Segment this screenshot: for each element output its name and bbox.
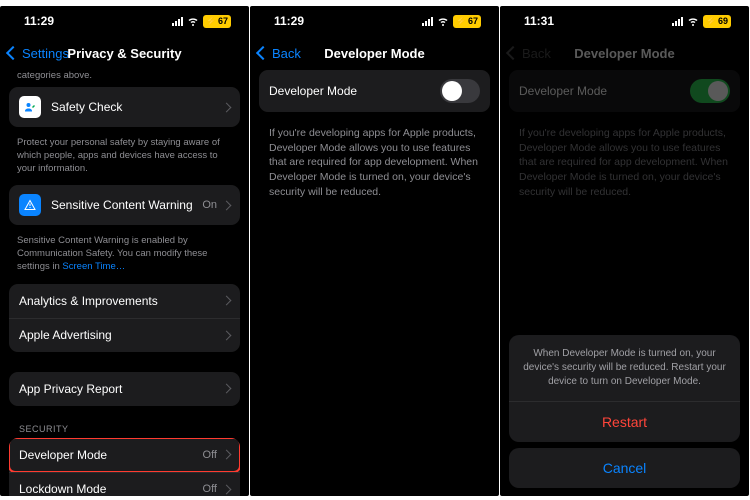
developer-mode-toggle: [690, 79, 730, 103]
sheet-message: When Developer Mode is turned on, your d…: [509, 335, 740, 401]
chevron-right-icon: [222, 450, 232, 460]
screen-developer-mode-off: 11:29 ⚡67 Back Developer Mode Developer …: [250, 6, 499, 496]
status-bar: 11:29 ⚡67: [250, 6, 499, 36]
devmode-toggle-group: Developer Mode: [259, 70, 490, 112]
status-indicators: ⚡67: [422, 15, 481, 28]
content-scroll[interactable]: categories above. Safety Check Protect y…: [0, 70, 249, 496]
wifi-icon: [187, 15, 199, 27]
wifi-icon: [687, 15, 699, 27]
developer-mode-toggle-row: Developer Mode: [509, 70, 740, 112]
back-button[interactable]: Back: [258, 46, 301, 61]
safety-check-footnote: Protect your personal safety by staying …: [9, 133, 240, 185]
status-indicators: ⚡67: [172, 15, 231, 28]
screen-privacy-security: 11:29 ⚡67 Settings Privacy & Security ca…: [0, 6, 249, 496]
truncated-text: categories above.: [9, 70, 240, 87]
chevron-right-icon: [222, 296, 232, 306]
cellular-signal-icon: [172, 17, 183, 26]
chevron-left-icon: [6, 46, 20, 60]
back-button[interactable]: Settings: [8, 46, 69, 61]
cancel-button[interactable]: Cancel: [509, 448, 740, 488]
chevron-right-icon: [222, 102, 232, 112]
status-bar: 11:31 ⚡69: [500, 6, 749, 36]
developer-mode-label: Developer Mode: [19, 448, 203, 462]
app-privacy-group: App Privacy Report: [9, 372, 240, 406]
nav-bar: Back Developer Mode: [500, 36, 749, 70]
chevron-left-icon: [506, 46, 520, 60]
screen-time-link[interactable]: Screen Time…: [62, 261, 125, 272]
developer-mode-toggle[interactable]: [440, 79, 480, 103]
chevron-right-icon: [222, 200, 232, 210]
cellular-signal-icon: [422, 17, 433, 26]
lockdown-mode-value: Off: [203, 483, 217, 495]
safety-check-icon: [19, 96, 41, 118]
developer-mode-row[interactable]: Developer Mode Off: [9, 438, 240, 472]
app-privacy-label: App Privacy Report: [19, 382, 223, 396]
security-group: Developer Mode Off Lockdown Mode Off: [9, 438, 240, 496]
safety-check-label: Safety Check: [51, 100, 223, 114]
back-button: Back: [508, 46, 551, 61]
advertising-label: Apple Advertising: [19, 328, 223, 342]
restart-button[interactable]: Restart: [509, 401, 740, 442]
chevron-left-icon: [256, 46, 270, 60]
scw-group: Sensitive Content Warning On: [9, 185, 240, 225]
nav-bar: Settings Privacy & Security: [0, 36, 249, 70]
status-time: 11:29: [274, 14, 304, 28]
scw-value: On: [202, 199, 217, 211]
status-indicators: ⚡69: [672, 15, 731, 28]
cellular-signal-icon: [672, 17, 683, 26]
scw-icon: [19, 194, 41, 216]
app-privacy-report-row[interactable]: App Privacy Report: [9, 372, 240, 406]
analytics-row[interactable]: Analytics & Improvements: [9, 284, 240, 318]
developer-mode-toggle-row: Developer Mode: [259, 70, 490, 112]
chevron-right-icon: [222, 330, 232, 340]
back-label: Back: [272, 46, 301, 61]
scw-label: Sensitive Content Warning: [51, 198, 202, 212]
battery-icon: ⚡69: [703, 15, 731, 28]
chevron-right-icon: [222, 384, 232, 394]
safety-check-row[interactable]: Safety Check: [9, 87, 240, 127]
battery-icon: ⚡67: [453, 15, 481, 28]
security-section-header: SECURITY: [9, 412, 240, 438]
nav-bar: Back Developer Mode: [250, 36, 499, 70]
wifi-icon: [437, 15, 449, 27]
developer-mode-value: Off: [203, 449, 217, 461]
lockdown-mode-label: Lockdown Mode: [19, 482, 203, 496]
back-label: Settings: [22, 46, 69, 61]
developer-mode-description: If you're developing apps for Apple prod…: [509, 118, 740, 207]
back-label: Back: [522, 46, 551, 61]
safety-check-group: Safety Check: [9, 87, 240, 127]
developer-mode-description: If you're developing apps for Apple prod…: [259, 118, 490, 207]
status-bar: 11:29 ⚡67: [0, 6, 249, 36]
chevron-right-icon: [222, 484, 232, 494]
developer-mode-toggle-label: Developer Mode: [269, 84, 440, 98]
sensitive-content-warning-row[interactable]: Sensitive Content Warning On: [9, 185, 240, 225]
developer-mode-toggle-label: Developer Mode: [519, 84, 690, 98]
status-time: 11:29: [24, 14, 54, 28]
lockdown-mode-row[interactable]: Lockdown Mode Off: [9, 472, 240, 496]
advertising-row[interactable]: Apple Advertising: [9, 318, 240, 352]
battery-icon: ⚡67: [203, 15, 231, 28]
devmode-toggle-group: Developer Mode: [509, 70, 740, 112]
restart-action-sheet: When Developer Mode is turned on, your d…: [509, 335, 740, 488]
content: Developer Mode If you're developing apps…: [250, 70, 499, 496]
scw-footnote: Sensitive Content Warning is enabled by …: [9, 231, 240, 283]
status-time: 11:31: [524, 14, 554, 28]
analytics-group: Analytics & Improvements Apple Advertisi…: [9, 284, 240, 352]
screen-developer-mode-on-sheet: 11:31 ⚡69 Back Developer Mode Developer …: [500, 6, 749, 496]
analytics-label: Analytics & Improvements: [19, 294, 223, 308]
